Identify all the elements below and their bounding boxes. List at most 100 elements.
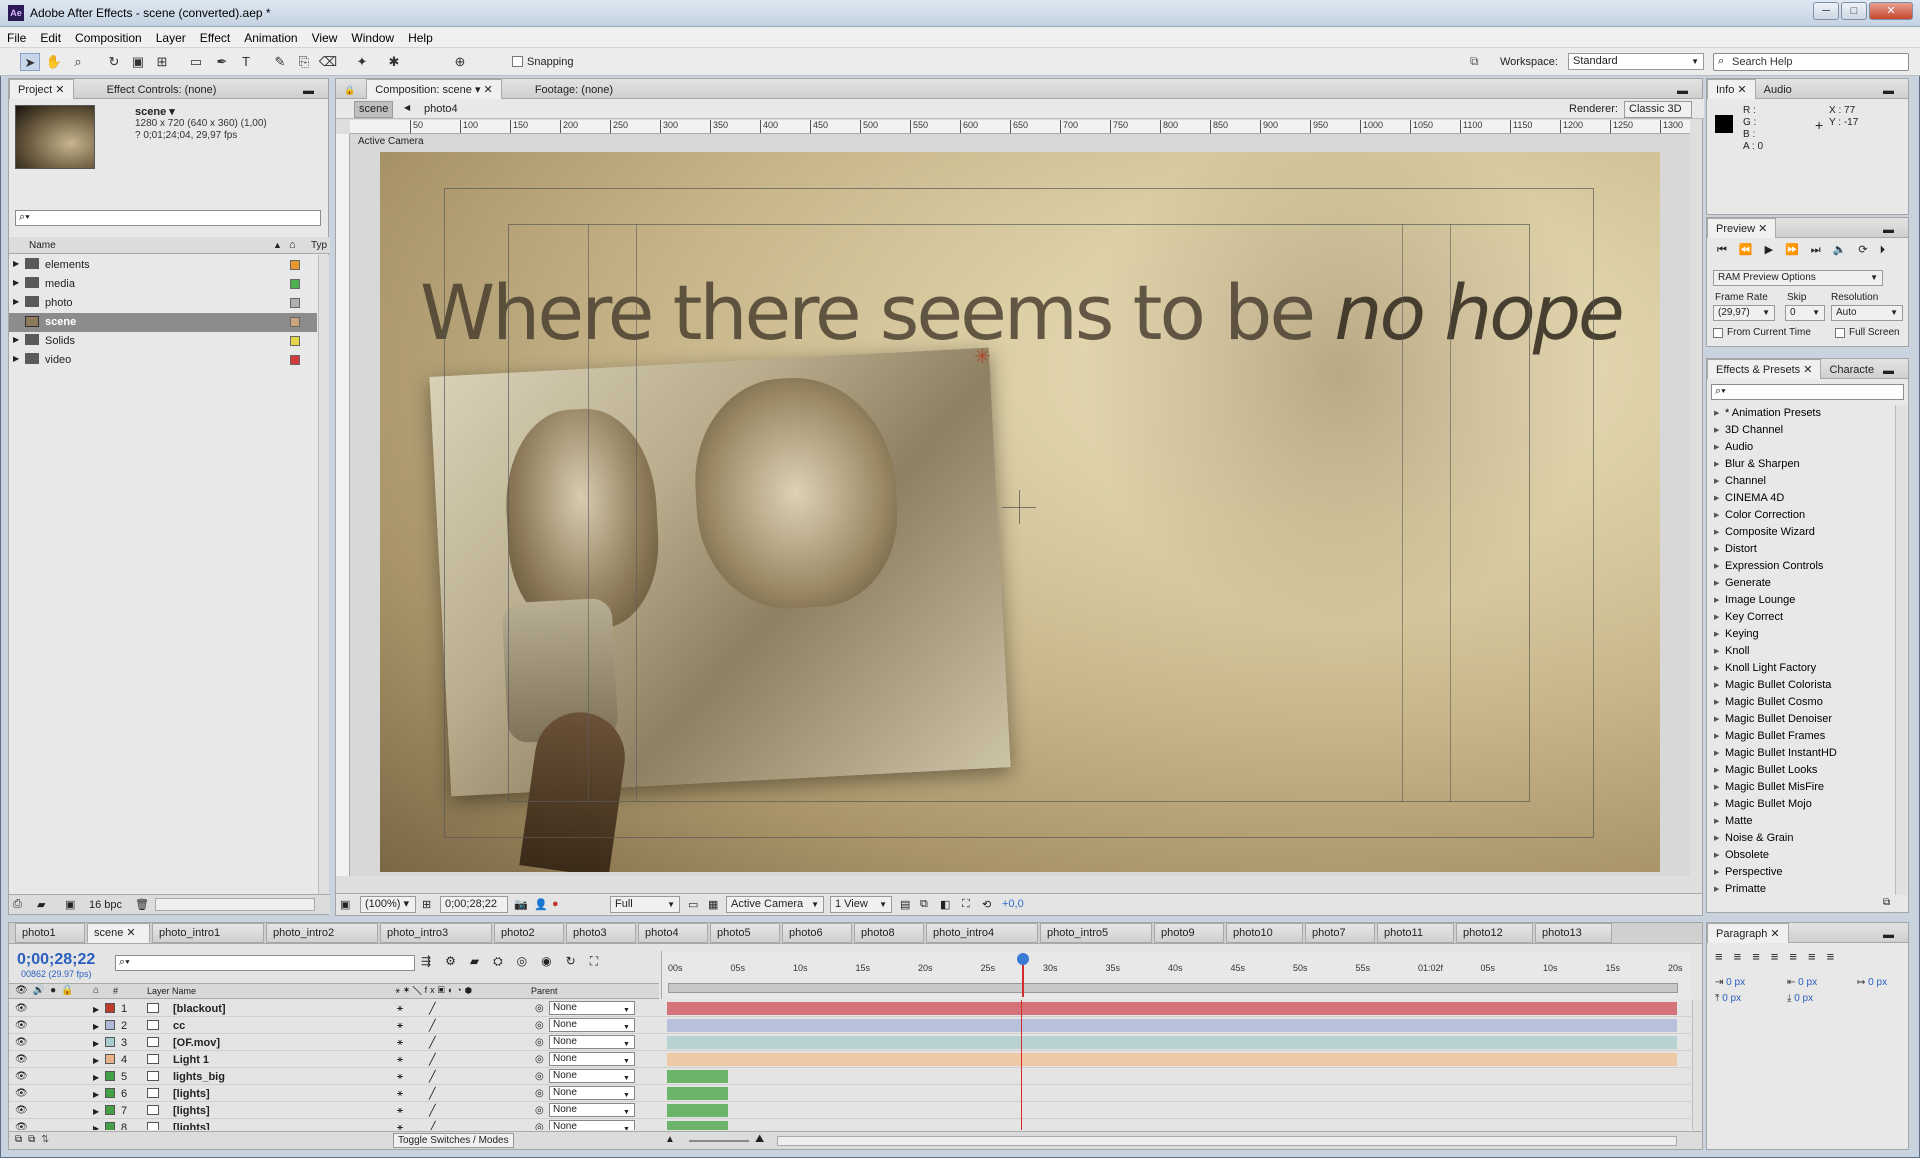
layer-name[interactable]: lights_big <box>173 1069 225 1085</box>
new-preset-icon[interactable]: ⧉ <box>1883 897 1890 908</box>
zoom-tool-icon[interactable]: ⌕ <box>68 53 88 71</box>
justify-last-left-icon[interactable]: ≡ <box>1771 949 1790 964</box>
indent-right-field[interactable]: ⇤ 0 px <box>1787 977 1817 988</box>
menu-help[interactable]: Help <box>401 27 440 45</box>
horizontal-scrollbar[interactable] <box>155 898 315 911</box>
zoom-slider[interactable] <box>689 1140 749 1142</box>
visibility-eye-icon[interactable]: 👁 <box>15 1052 28 1068</box>
quality-icon[interactable]: ╱ <box>429 1120 436 1130</box>
effect-category[interactable]: Blur & Sharpen <box>1711 456 1893 473</box>
project-item-elements[interactable]: ▶ elements <box>9 256 317 275</box>
label-swatch[interactable] <box>290 336 300 346</box>
snapshot-icon[interactable]: 📷 <box>514 898 528 911</box>
justify-last-center-icon[interactable]: ≡ <box>1789 949 1808 964</box>
play-icon[interactable]: ▶ <box>1765 244 1785 256</box>
timeline-tab-photo12[interactable]: photo12 <box>1456 923 1533 943</box>
playhead[interactable] <box>1016 953 1029 997</box>
tab-paragraph[interactable]: Paragraph ✕ <box>1707 923 1789 943</box>
current-time-field[interactable]: 0;00;28;22 <box>440 896 508 913</box>
layer-duration-bar[interactable] <box>667 1121 728 1130</box>
expand-arrow-icon[interactable]: ▶ <box>13 297 19 306</box>
label-color-swatch[interactable] <box>105 1105 115 1115</box>
roto-brush-tool-icon[interactable]: ✦ <box>352 53 372 71</box>
hand-tool-icon[interactable]: ✋ <box>44 53 64 71</box>
expand-arrow-icon[interactable]: ▶ <box>93 1053 99 1069</box>
effect-category[interactable]: Magic Bullet Looks <box>1711 762 1893 779</box>
effect-category[interactable]: Color Correction <box>1711 507 1893 524</box>
shy-icon[interactable]: ⚹ <box>397 1018 403 1034</box>
timeline-horizontal-scrollbar[interactable] <box>777 1136 1677 1146</box>
timeline-scrollbar[interactable] <box>1692 1000 1702 1130</box>
new-composition-icon[interactable]: ▣ <box>65 898 75 911</box>
timeline-timecode[interactable]: 0;00;28;22 <box>17 951 95 969</box>
label-swatch[interactable] <box>290 317 300 327</box>
label-swatch[interactable] <box>290 260 300 270</box>
label-color-swatch[interactable] <box>105 1054 115 1064</box>
indent-left-field[interactable]: ⇥ 0 px <box>1715 977 1745 988</box>
pick-whip-icon[interactable]: ◎ <box>535 1001 544 1017</box>
visibility-eye-icon[interactable]: 👁 <box>15 1001 28 1017</box>
expand-arrow-icon[interactable]: ▶ <box>13 278 19 287</box>
layer-name-column[interactable]: Layer Name <box>147 986 196 996</box>
tab-composition[interactable]: Composition: scene ▾ ✕ <box>366 79 502 99</box>
graph-editor-icon[interactable]: ↻ <box>566 954 590 968</box>
effect-category[interactable]: Knoll <box>1711 643 1893 660</box>
menu-animation[interactable]: Animation <box>237 27 304 45</box>
effect-category[interactable]: Magic Bullet MisFire <box>1711 779 1893 796</box>
menu-edit[interactable]: Edit <box>33 27 68 45</box>
layer-name[interactable]: [blackout] <box>173 1001 226 1017</box>
selection-tool-icon[interactable]: ➤ <box>20 53 40 71</box>
time-ruler[interactable]: 00s 05s 10s 15s 20s 25s 30s 35s 40s 45s 50s 55s 01:0… <box>661 951 1691 999</box>
layer-name[interactable]: [lights] <box>173 1086 210 1102</box>
mute-icon[interactable]: 🔈 <box>1833 244 1859 256</box>
brush-tool-icon[interactable]: ✎ <box>270 53 290 71</box>
renderer-button[interactable]: Classic 3D <box>1624 101 1692 118</box>
zoom-in-icon[interactable]: ⛰ <box>755 1133 764 1146</box>
frame-rate-select[interactable]: (29,97) ▼ <box>1713 305 1775 321</box>
shy-icon[interactable]: ⚹ <box>397 1086 403 1102</box>
minimize-button[interactable]: ─ <box>1813 2 1839 20</box>
timeline-tab-photo11[interactable]: photo11 <box>1377 923 1454 943</box>
brainstorm-icon[interactable]: ⛶ <box>590 954 612 968</box>
pick-whip-icon[interactable]: ◎ <box>535 1035 544 1051</box>
quality-icon[interactable]: ╱ <box>429 1052 436 1068</box>
pick-whip-icon[interactable]: ◎ <box>535 1018 544 1034</box>
menu-layer[interactable]: Layer <box>149 27 193 45</box>
label-tag-icon[interactable]: ⌂ <box>289 239 296 251</box>
effect-category[interactable]: Channel <box>1711 473 1893 490</box>
pick-whip-icon[interactable]: ◎ <box>535 1069 544 1085</box>
timeline-tab-scene[interactable]: scene ✕ <box>87 923 150 943</box>
timeline-tab-photo6[interactable]: photo6 <box>782 923 852 943</box>
layer-row[interactable]: 👁 ▶ 2 cc ⚹ ╱ ◎ None ▼ <box>9 1017 1691 1034</box>
panel-menu-icon[interactable]: ▬ <box>1875 362 1902 380</box>
layer-row[interactable]: 👁 ▶ 1 [blackout] ⚹ ╱ ◎ None ▼ <box>9 1000 1691 1017</box>
pan-behind-tool-icon[interactable]: ⊞ <box>152 53 172 71</box>
layer-name[interactable]: [OF.mov] <box>173 1035 220 1051</box>
project-item-photo[interactable]: ▶ photo <box>9 294 317 313</box>
justify-last-right-icon[interactable]: ≡ <box>1808 949 1827 964</box>
effects-scrollbar[interactable] <box>1895 405 1907 895</box>
layer-name[interactable]: cc <box>173 1018 185 1034</box>
effect-category[interactable]: 3D Channel <box>1711 422 1893 439</box>
previous-frame-icon[interactable]: ⏪ <box>1739 244 1765 256</box>
timeline-tab-photo13[interactable]: photo13 <box>1535 923 1612 943</box>
visibility-eye-icon[interactable]: 👁 <box>15 1035 28 1051</box>
menu-effect[interactable]: Effect <box>193 27 237 45</box>
quality-icon[interactable]: ╱ <box>429 1035 436 1051</box>
close-button[interactable]: ✕ <box>1869 2 1913 20</box>
next-frame-icon[interactable]: ⏩ <box>1785 244 1811 256</box>
av-features-icons[interactable]: 👁🔊●🔒 <box>15 985 79 996</box>
effects-search-input[interactable]: ⌕▾ <box>1711 384 1904 400</box>
tab-preview[interactable]: Preview ✕ <box>1707 218 1777 238</box>
workspace-select[interactable]: Standard ▼ <box>1568 53 1704 70</box>
visibility-eye-icon[interactable]: 👁 <box>15 1103 28 1119</box>
effect-category[interactable]: Noise & Grain <box>1711 830 1893 847</box>
pen-tool-icon[interactable]: ✒ <box>212 53 232 71</box>
expand-arrow-icon[interactable]: ▶ <box>93 1002 99 1018</box>
tab-effect-controls[interactable]: Effect Controls: (none) <box>77 81 225 99</box>
visibility-eye-icon[interactable]: 👁 <box>15 1086 28 1102</box>
full-screen-checkbox[interactable] <box>1835 328 1845 338</box>
layer-duration-bar[interactable] <box>667 1087 728 1100</box>
effect-category[interactable]: Magic Bullet Colorista <box>1711 677 1893 694</box>
puppet-tool-icon[interactable]: ✱ <box>384 53 404 71</box>
